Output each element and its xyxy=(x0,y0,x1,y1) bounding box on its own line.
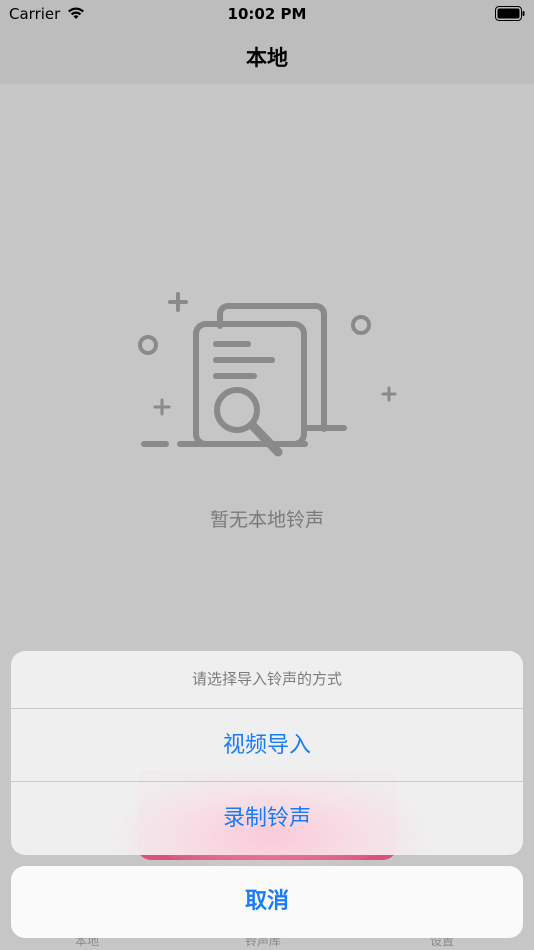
empty-documents-icon xyxy=(138,292,397,457)
record-ringtone-button[interactable]: 录制铃声 xyxy=(11,782,523,855)
action-sheet-title: 请选择导入铃声的方式 xyxy=(191,670,342,688)
video-import-button[interactable]: 视频导入 xyxy=(11,709,523,782)
action-sheet: 请选择导入铃声的方式 视频导入 录制铃声 xyxy=(11,651,523,855)
empty-state-message: 暂无本地铃声 xyxy=(209,509,324,531)
cancel-label: 取消 xyxy=(244,889,289,914)
battery-icon xyxy=(495,6,525,21)
navigation-bar: 本地 xyxy=(0,30,534,84)
cancel-button[interactable]: 取消 xyxy=(11,866,523,938)
status-bar: Carrier 10:02 PM xyxy=(0,0,534,30)
status-time: 10:02 PM xyxy=(227,5,307,23)
page-title: 本地 xyxy=(246,46,288,70)
